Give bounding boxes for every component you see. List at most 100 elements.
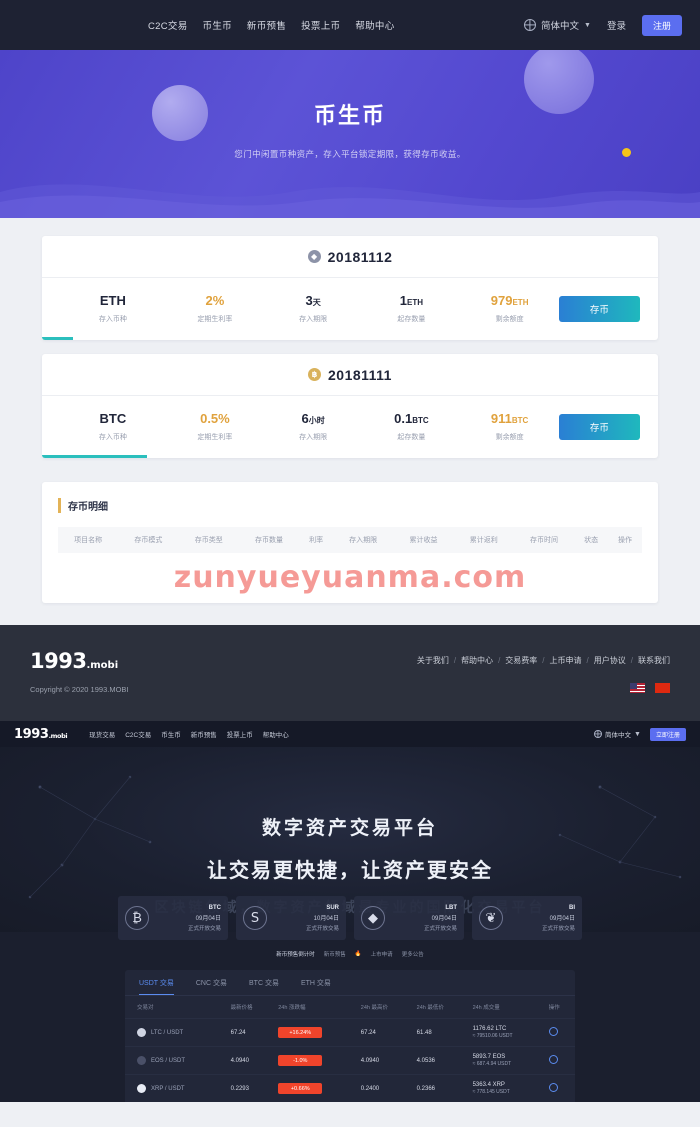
announce-tab-more[interactable]: 更多公告 xyxy=(402,950,424,958)
tab-btc[interactable]: BTC 交易 xyxy=(249,978,279,995)
us-flag-icon[interactable] xyxy=(630,683,645,693)
deposit-button[interactable]: 存币 xyxy=(558,296,640,322)
footer-link-help[interactable]: 帮助中心 xyxy=(461,655,493,666)
exchange-language-selector[interactable]: 简体中文 ▼ xyxy=(594,729,641,739)
announce-tab-countdown[interactable]: 新币预售倒计时 xyxy=(276,950,315,958)
stat-rate: 2% 定期生利率 xyxy=(166,292,264,324)
exchange-hero-line2: 让交易更快捷，让资产更安全 xyxy=(207,860,493,882)
login-link[interactable]: 登录 xyxy=(607,18,626,32)
tab-usdt[interactable]: USDT 交易 xyxy=(139,978,174,995)
pair-name: LTC / USDT xyxy=(151,1029,184,1036)
stat-value: 6小时 xyxy=(301,410,325,426)
market-tabs: USDT 交易 CNC 交易 BTC 交易 ETH 交易 xyxy=(125,970,575,996)
coin-name: SUR xyxy=(326,904,339,911)
coin-listing-row: ₿ BTC 09月04日 正式开放交易 S SUR 10月04日 正式开放交易 … xyxy=(0,896,700,940)
coin-name: LBT xyxy=(445,904,457,911)
footer-link-fees[interactable]: 交易费率 xyxy=(505,655,537,666)
stat-label: 剩余额度 xyxy=(495,434,524,442)
stat-min: 1ETH 起存数量 xyxy=(362,293,460,324)
tab-eth[interactable]: ETH 交易 xyxy=(301,978,331,995)
announce-tab-listing[interactable]: 上市申请 xyxy=(371,950,393,958)
deposit-record-table: 项目名称 存币模式 存币类型 存币数量 利率 存入期限 累计收益 累计返利 存币… xyxy=(58,527,642,553)
cell-low: 61.48 xyxy=(412,1018,469,1047)
trade-action-icon[interactable] xyxy=(548,1083,558,1092)
stat-rate: 0.5% 定期生利率 xyxy=(166,411,264,442)
hero-subtitle: 您门中闲置币种资产，存入平台锁定期限，获得存币收益。 xyxy=(234,149,466,159)
language-label: 简体中文 xyxy=(541,21,580,32)
trade-action-icon[interactable] xyxy=(548,1055,558,1064)
stat-value: 979ETH xyxy=(490,292,529,308)
cell-low: 0.2366 xyxy=(412,1074,469,1102)
col-rate: 利率 xyxy=(299,527,334,553)
cn-flag-icon[interactable] xyxy=(655,683,670,693)
tab-cnc[interactable]: CNC 交易 xyxy=(196,978,227,995)
cell-high: 67.24 xyxy=(356,1018,413,1047)
footer-link-about[interactable]: 关于我们 xyxy=(417,655,449,666)
page-footer: 1993.mobi Copyright © 2020 1993.MOBI 关于我… xyxy=(0,625,700,721)
exchange-nav-right: 简体中文 ▼ 立即注册 xyxy=(594,727,686,741)
bull-icon: ❦ xyxy=(479,906,503,930)
footer-link-listing[interactable]: 上币申请 xyxy=(550,655,582,666)
stat-coin: ETH 存入币种 xyxy=(60,292,166,324)
stat-label: 剩余额度 xyxy=(495,316,524,324)
register-button[interactable]: 注册 xyxy=(641,14,682,36)
nav-item-c2c[interactable]: C2C交易 xyxy=(148,18,188,32)
coin-card[interactable]: ◆ LBT 09月04日 正式开放交易 xyxy=(354,896,464,940)
language-selector[interactable]: 简体中文 ▼ xyxy=(524,18,591,32)
cell-volume-usdt: ≈ 778.145 USDT xyxy=(472,1089,510,1095)
coin-card[interactable]: S SUR 10月04日 正式开放交易 xyxy=(236,896,346,940)
exchange-nav-help[interactable]: 帮助中心 xyxy=(263,729,289,739)
col-status: 状态 xyxy=(574,527,609,553)
footer-link-contact[interactable]: 联系我们 xyxy=(638,655,670,666)
exchange-nav-c2c[interactable]: C2C交易 xyxy=(125,729,151,739)
ltc-icon xyxy=(137,1028,146,1037)
coin-card[interactable]: ❦ BI 09月04日 正式开放交易 xyxy=(472,896,582,940)
stat-label: 起存数量 xyxy=(397,434,426,442)
coin-card[interactable]: ₿ BTC 09月04日 正式开放交易 xyxy=(118,896,228,940)
exchange-hero-line1: 数字资产交易平台 xyxy=(261,818,438,839)
cell-price: 0.2293 xyxy=(226,1074,275,1102)
market-header-row: 交易对 最新价格 24h 涨跌幅 24h 最高价 24h 最低价 24h 成交量… xyxy=(125,996,575,1019)
coin-status: 正式开放交易 xyxy=(187,925,221,932)
mcol-volume: 24h 成交量 xyxy=(472,1005,500,1011)
market-row[interactable]: EOS / USDT 4.0940 -1.0% 4.0940 4.0536 58… xyxy=(125,1046,575,1075)
market-row[interactable]: LTC / USDT 67.24 +16.24% 67.24 61.48 117… xyxy=(125,1018,575,1047)
nav-item-help-center[interactable]: 帮助中心 xyxy=(355,18,394,32)
globe-icon xyxy=(594,730,603,738)
exchange-nav-vote[interactable]: 投票上币 xyxy=(227,729,253,739)
stat-value: 2% xyxy=(205,292,225,308)
cell-high: 0.2400 xyxy=(356,1074,413,1102)
col-deposit-type: 存币类型 xyxy=(178,527,239,553)
cell-price: 67.24 xyxy=(226,1018,275,1047)
footer-logo: 1993.mobi xyxy=(30,649,119,673)
exchange-preview-section: 1993.mobi 现货交易 C2C交易 币生币 新币预售 投票上币 帮助中心 … xyxy=(0,721,700,1102)
exchange-nav-deposit[interactable]: 币生币 xyxy=(161,729,181,739)
stat-value: BTC xyxy=(99,410,127,426)
exchange-nav-spot[interactable]: 现货交易 xyxy=(89,729,115,739)
exchange-nav-presale[interactable]: 新币预售 xyxy=(191,729,217,739)
stat-term: 3天 存入期限 xyxy=(264,293,362,324)
hero-banner: 币生币 您门中闲置币种资产，存入平台锁定期限，获得存币收益。 xyxy=(0,50,700,218)
nav-item-presale[interactable]: 新币预售 xyxy=(247,18,286,32)
market-row[interactable]: XRP / USDT 0.2293 +0.66% 0.2400 0.2366 5… xyxy=(125,1074,575,1102)
change-badge: -1.0% xyxy=(278,1055,323,1066)
trade-action-icon[interactable] xyxy=(548,1027,558,1036)
btc-coin-icon: ฿ xyxy=(308,368,321,381)
exchange-register-button[interactable]: 立即注册 xyxy=(649,727,686,741)
nav-item-deposit[interactable]: 币生币 xyxy=(203,18,232,32)
stat-value: ETH xyxy=(99,292,126,308)
col-term: 存入期限 xyxy=(333,527,394,553)
col-deposit-mode: 存币模式 xyxy=(118,527,179,553)
stat-label: 定期生利率 xyxy=(197,434,233,442)
section-title: 存币明细 xyxy=(58,498,642,513)
exchange-navbar: 1993.mobi 现货交易 C2C交易 币生币 新币预售 投票上币 帮助中心 … xyxy=(0,721,700,747)
nav-item-vote-listing[interactable]: 投票上币 xyxy=(301,18,340,32)
deposit-card-header: ฿ 20181111 xyxy=(42,354,658,396)
pair-name: XRP / USDT xyxy=(151,1085,185,1092)
deposit-button[interactable]: 存币 xyxy=(558,414,640,440)
xrp-icon xyxy=(137,1084,146,1093)
hero-wave-decoration xyxy=(0,184,700,218)
announce-tab-presale[interactable]: 新币预售 xyxy=(324,950,346,958)
table-header-row: 项目名称 存币模式 存币类型 存币数量 利率 存入期限 累计收益 累计返利 存币… xyxy=(58,527,642,553)
footer-link-terms[interactable]: 用户协议 xyxy=(594,655,626,666)
